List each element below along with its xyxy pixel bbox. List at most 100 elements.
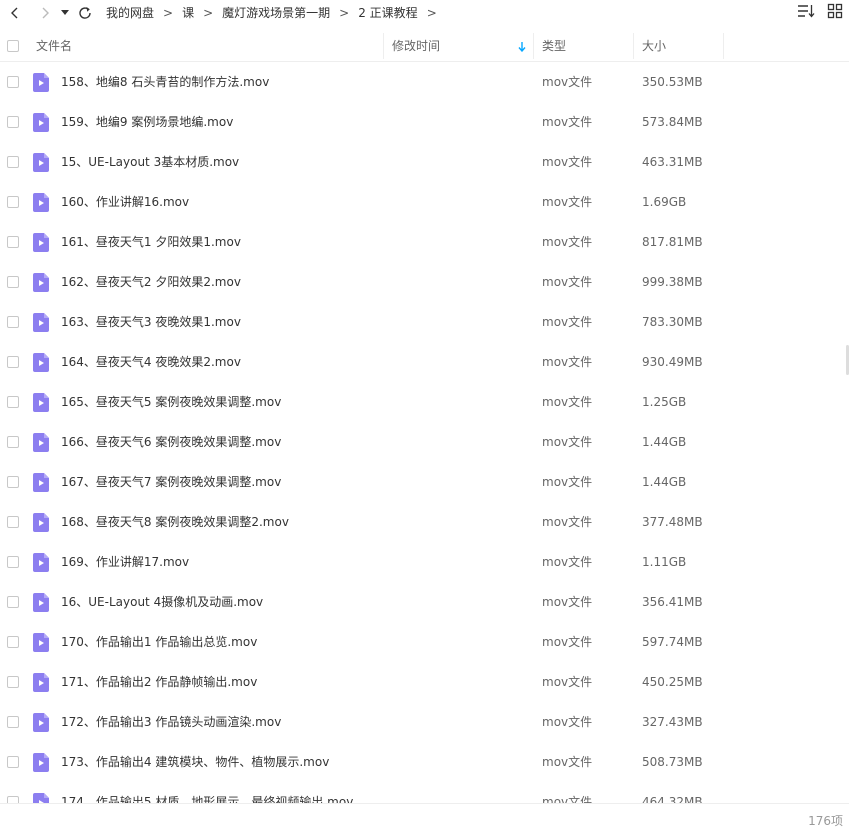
row-checkbox[interactable] <box>7 716 19 728</box>
file-row[interactable]: 161、昼夜天气1 夕阳效果1.mov mov文件 817.81MB <box>0 222 849 262</box>
breadcrumb-separator: > <box>426 5 437 20</box>
breadcrumb-item[interactable]: 课 <box>180 4 196 21</box>
row-checkbox[interactable] <box>7 396 19 408</box>
column-divider <box>383 33 384 59</box>
row-checkbox[interactable] <box>7 76 19 88</box>
refresh-button[interactable] <box>74 2 96 24</box>
row-checkbox[interactable] <box>7 756 19 768</box>
file-type: mov文件 <box>542 315 593 329</box>
file-size: 1.69GB <box>642 195 687 209</box>
column-name[interactable]: 文件名 <box>36 31 72 61</box>
file-size: 377.48MB <box>642 515 703 529</box>
file-row[interactable]: 165、昼夜天气5 案例夜晚效果调整.mov mov文件 1.25GB <box>0 382 849 422</box>
file-row[interactable]: 15、UE-Layout 3基本材质.mov mov文件 463.31MB <box>0 142 849 182</box>
file-name[interactable]: 160、作业讲解16.mov <box>61 182 189 222</box>
select-all-checkbox[interactable] <box>7 40 19 52</box>
row-checkbox[interactable] <box>7 476 19 488</box>
row-checkbox[interactable] <box>7 116 19 128</box>
file-row[interactable]: 159、地编9 案例场景地编.mov mov文件 573.84MB <box>0 102 849 142</box>
file-type: mov文件 <box>542 435 593 449</box>
file-type: mov文件 <box>542 395 593 409</box>
file-name[interactable]: 169、作业讲解17.mov <box>61 542 189 582</box>
file-size: 450.25MB <box>642 675 703 689</box>
grid-view-button[interactable] <box>827 3 843 22</box>
file-row[interactable]: 16、UE-Layout 4摄像机及动画.mov mov文件 356.41MB <box>0 582 849 622</box>
file-row[interactable]: 168、昼夜天气8 案例夜晚效果调整2.mov mov文件 377.48MB <box>0 502 849 542</box>
file-row[interactable]: 173、作品输出4 建筑模块、物件、植物展示.mov mov文件 508.73MB <box>0 742 849 782</box>
file-name[interactable]: 159、地编9 案例场景地编.mov <box>61 102 233 142</box>
file-size: 1.25GB <box>642 395 687 409</box>
file-name[interactable]: 172、作品输出3 作品镜头动画渲染.mov <box>61 702 281 742</box>
video-file-icon <box>33 73 49 92</box>
file-name[interactable]: 173、作品输出4 建筑模块、物件、植物展示.mov <box>61 742 329 782</box>
file-name[interactable]: 174、作品输出5 材质、地形展示、最终视频输出.mov <box>61 782 353 803</box>
row-checkbox[interactable] <box>7 276 19 288</box>
file-row[interactable]: 170、作品输出1 作品输出总览.mov mov文件 597.74MB <box>0 622 849 662</box>
file-name[interactable]: 162、昼夜天气2 夕阳效果2.mov <box>61 262 241 302</box>
column-size[interactable]: 大小 <box>642 31 666 61</box>
column-modified[interactable]: 修改时间 <box>392 31 440 61</box>
video-file-icon <box>33 633 49 652</box>
file-name[interactable]: 165、昼夜天气5 案例夜晚效果调整.mov <box>61 382 281 422</box>
column-divider <box>723 33 724 59</box>
breadcrumb-item[interactable]: 魔灯游戏场景第一期 <box>220 4 332 21</box>
file-row[interactable]: 162、昼夜天气2 夕阳效果2.mov mov文件 999.38MB <box>0 262 849 302</box>
forward-button[interactable] <box>34 2 56 24</box>
row-checkbox[interactable] <box>7 156 19 168</box>
breadcrumb-item[interactable]: 我的网盘 <box>104 4 156 21</box>
file-name[interactable]: 163、昼夜天气3 夜晚效果1.mov <box>61 302 241 342</box>
row-checkbox[interactable] <box>7 316 19 328</box>
grid-view-icon <box>827 3 843 19</box>
video-file-icon <box>33 113 49 132</box>
video-file-icon <box>33 473 49 492</box>
video-file-icon <box>33 673 49 692</box>
breadcrumb-item[interactable]: 2 正课教程 <box>356 4 419 21</box>
video-file-icon <box>33 393 49 412</box>
file-row[interactable]: 172、作品输出3 作品镜头动画渲染.mov mov文件 327.43MB <box>0 702 849 742</box>
row-checkbox[interactable] <box>7 516 19 528</box>
row-checkbox[interactable] <box>7 556 19 568</box>
file-size: 350.53MB <box>642 75 703 89</box>
file-row[interactable]: 164、昼夜天气4 夜晚效果2.mov mov文件 930.49MB <box>0 342 849 382</box>
sort-desc-icon <box>518 31 526 61</box>
file-row[interactable]: 171、作品输出2 作品静帧输出.mov mov文件 450.25MB <box>0 662 849 702</box>
row-checkbox[interactable] <box>7 236 19 248</box>
file-row[interactable]: 163、昼夜天气3 夜晚效果1.mov mov文件 783.30MB <box>0 302 849 342</box>
file-name[interactable]: 158、地编8 石头青苔的制作方法.mov <box>61 62 269 102</box>
column-type[interactable]: 类型 <box>542 31 566 61</box>
row-checkbox[interactable] <box>7 436 19 448</box>
row-checkbox[interactable] <box>7 356 19 368</box>
file-name[interactable]: 164、昼夜天气4 夜晚效果2.mov <box>61 342 241 382</box>
row-checkbox[interactable] <box>7 636 19 648</box>
file-type: mov文件 <box>542 275 593 289</box>
chevron-left-icon <box>11 7 18 18</box>
file-name[interactable]: 167、昼夜天气7 案例夜晚效果调整.mov <box>61 462 281 502</box>
row-checkbox[interactable] <box>7 596 19 608</box>
file-row[interactable]: 166、昼夜天气6 案例夜晚效果调整.mov mov文件 1.44GB <box>0 422 849 462</box>
file-type: mov文件 <box>542 235 593 249</box>
file-name[interactable]: 171、作品输出2 作品静帧输出.mov <box>61 662 257 702</box>
file-row[interactable]: 169、作业讲解17.mov mov文件 1.11GB <box>0 542 849 582</box>
file-name[interactable]: 161、昼夜天气1 夕阳效果1.mov <box>61 222 241 262</box>
video-file-icon <box>33 753 49 772</box>
file-name[interactable]: 170、作品输出1 作品输出总览.mov <box>61 622 257 662</box>
back-button[interactable] <box>4 2 26 24</box>
file-size: 1.44GB <box>642 475 687 489</box>
file-row[interactable]: 174、作品输出5 材质、地形展示、最终视频输出.mov mov文件 464.32M… <box>0 782 849 803</box>
file-type: mov文件 <box>542 155 593 169</box>
file-name[interactable]: 166、昼夜天气6 案例夜晚效果调整.mov <box>61 422 281 462</box>
file-row[interactable]: 158、地编8 石头青苔的制作方法.mov mov文件 350.53MB <box>0 62 849 102</box>
file-name[interactable]: 16、UE-Layout 4摄像机及动画.mov <box>61 582 263 622</box>
file-row[interactable]: 160、作业讲解16.mov mov文件 1.69GB <box>0 182 849 222</box>
sort-button[interactable] <box>797 3 815 22</box>
row-checkbox[interactable] <box>7 196 19 208</box>
file-name[interactable]: 15、UE-Layout 3基本材质.mov <box>61 142 239 182</box>
row-checkbox[interactable] <box>7 796 19 803</box>
file-name[interactable]: 168、昼夜天气8 案例夜晚效果调整2.mov <box>61 502 289 542</box>
file-type: mov文件 <box>542 715 593 729</box>
file-row[interactable]: 167、昼夜天气7 案例夜晚效果调整.mov mov文件 1.44GB <box>0 462 849 502</box>
file-size: 573.84MB <box>642 115 703 129</box>
row-checkbox[interactable] <box>7 676 19 688</box>
history-dropdown-button[interactable] <box>58 2 72 24</box>
breadcrumb-separator: > <box>339 5 350 20</box>
